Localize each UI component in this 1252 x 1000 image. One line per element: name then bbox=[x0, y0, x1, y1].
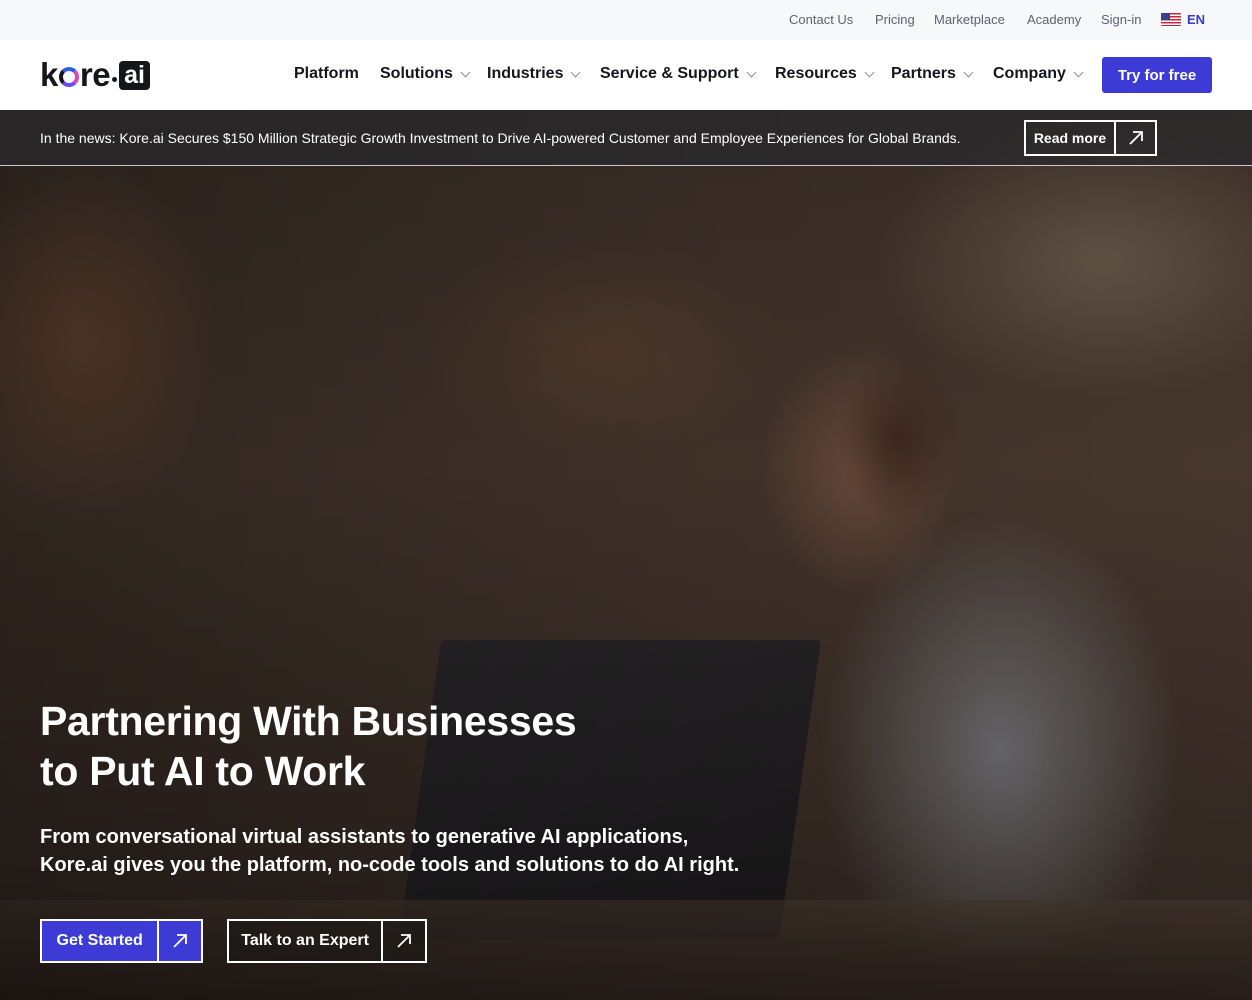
read-more-label: Read more bbox=[1026, 122, 1116, 154]
news-banner: In the news: Kore.ai Secures $150 Millio… bbox=[0, 110, 1252, 166]
talk-to-expert-label: Talk to an Expert bbox=[229, 921, 384, 961]
get-started-button[interactable]: Get Started bbox=[40, 919, 203, 963]
chevron-down-icon bbox=[460, 67, 471, 77]
nav-partners[interactable]: Partners bbox=[891, 65, 974, 83]
language-label: EN bbox=[1187, 12, 1206, 27]
nav-service-support-label: Service & Support bbox=[600, 65, 739, 82]
hero-subtitle-line-1: From conversational virtual assistants t… bbox=[40, 826, 689, 848]
logo-ring-icon bbox=[58, 67, 79, 87]
hero-section: In the news: Kore.ai Secures $150 Millio… bbox=[0, 110, 1252, 1000]
main-navigation: k re ai Platform Solutions Industries Se… bbox=[0, 40, 1252, 110]
nav-industries[interactable]: Industries bbox=[487, 65, 581, 83]
nav-resources-label: Resources bbox=[775, 65, 857, 82]
nav-company[interactable]: Company bbox=[993, 65, 1084, 83]
language-selector[interactable]: EN bbox=[1161, 12, 1205, 27]
nav-industries-label: Industries bbox=[487, 65, 564, 82]
logo-ai-badge: ai bbox=[119, 60, 150, 90]
chevron-down-icon bbox=[746, 67, 757, 77]
kore-ai-logo[interactable]: k re ai bbox=[40, 56, 150, 93]
nav-solutions[interactable]: Solutions bbox=[380, 65, 471, 83]
nav-platform-label: Platform bbox=[294, 65, 359, 82]
hero-title-line-1: Partnering With Businesses bbox=[40, 698, 577, 744]
chevron-down-icon bbox=[571, 67, 581, 77]
chevron-down-icon bbox=[1073, 67, 1084, 77]
get-started-label: Get Started bbox=[42, 921, 160, 961]
nav-solutions-label: Solutions bbox=[380, 65, 453, 82]
arrow-up-right-icon bbox=[1116, 122, 1155, 154]
news-text: In the news: Kore.ai Secures $150 Millio… bbox=[40, 130, 961, 146]
talk-to-expert-button[interactable]: Talk to an Expert bbox=[227, 919, 427, 963]
hero-title-line-2: to Put AI to Work bbox=[40, 748, 366, 794]
read-more-button[interactable]: Read more bbox=[1024, 120, 1157, 156]
hero-subtitle: From conversational virtual assistants t… bbox=[40, 823, 800, 879]
sign-in-link[interactable]: Sign-in bbox=[1101, 12, 1141, 27]
us-flag-icon bbox=[1161, 13, 1181, 26]
nav-platform[interactable]: Platform bbox=[294, 65, 359, 83]
arrow-up-right-icon bbox=[159, 921, 201, 961]
nav-company-label: Company bbox=[993, 65, 1066, 82]
try-for-free-button[interactable]: Try for free bbox=[1102, 57, 1212, 93]
hero-title: Partnering With Businesses to Put AI to … bbox=[40, 696, 740, 796]
nav-partners-label: Partners bbox=[891, 65, 956, 82]
pricing-link[interactable]: Pricing bbox=[875, 12, 915, 27]
logo-wordmark-re: re bbox=[79, 56, 111, 93]
chevron-down-icon bbox=[864, 67, 875, 77]
academy-link[interactable]: Academy bbox=[1027, 12, 1081, 27]
utility-bar: Contact Us Pricing Marketplace Academy S… bbox=[0, 0, 1252, 40]
chevron-down-icon bbox=[963, 67, 974, 77]
logo-wordmark-k: k bbox=[40, 56, 58, 93]
hero-subtitle-line-2: Kore.ai gives you the platform, no-code … bbox=[40, 854, 740, 876]
contact-us-link[interactable]: Contact Us bbox=[789, 12, 853, 27]
nav-resources[interactable]: Resources bbox=[775, 65, 875, 83]
arrow-up-right-icon bbox=[383, 921, 425, 961]
logo-dot bbox=[112, 77, 118, 82]
nav-service-support[interactable]: Service & Support bbox=[600, 65, 757, 83]
marketplace-link[interactable]: Marketplace bbox=[934, 12, 1005, 27]
